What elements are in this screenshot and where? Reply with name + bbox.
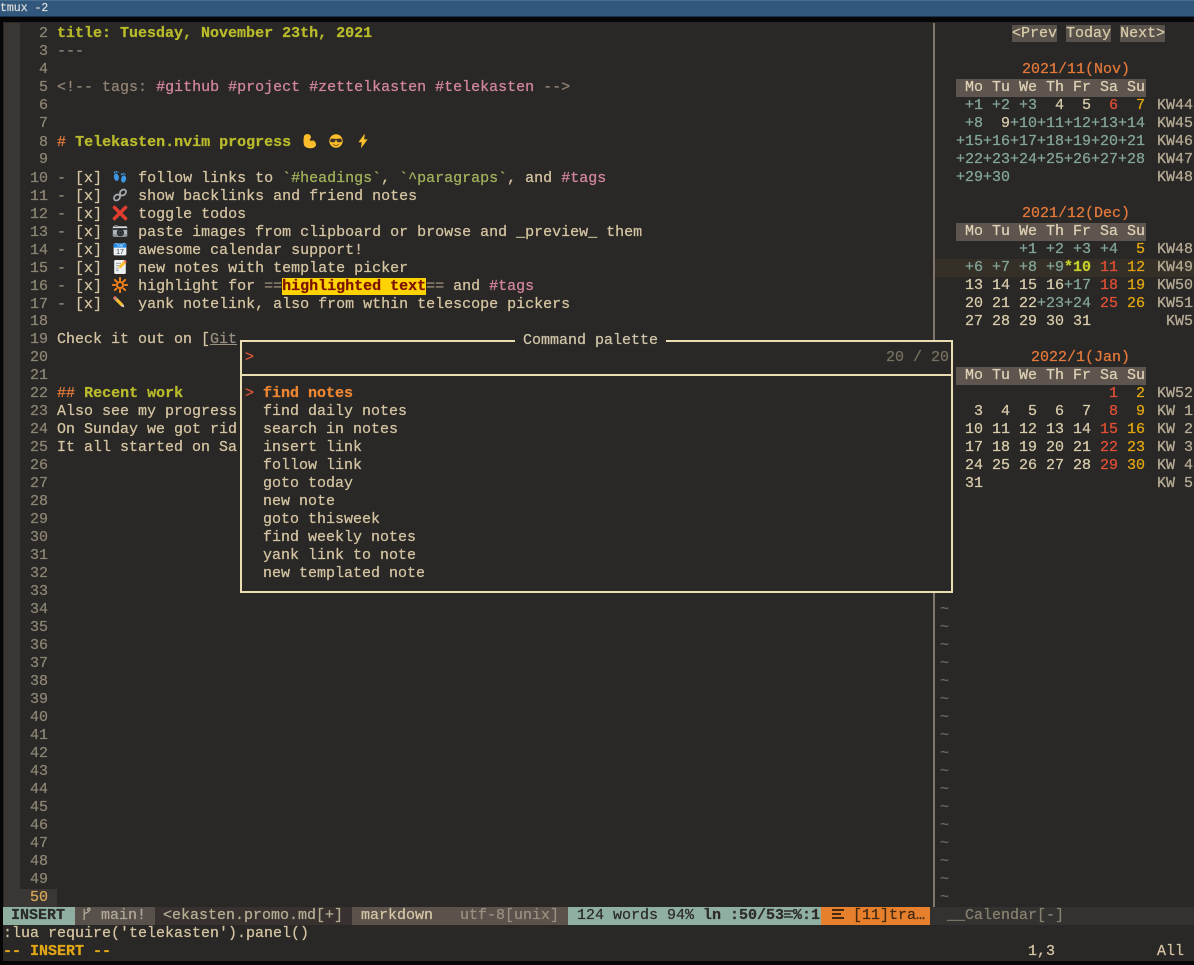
svg-text:17: 17: [116, 249, 124, 256]
svg-text:July: July: [117, 244, 124, 248]
